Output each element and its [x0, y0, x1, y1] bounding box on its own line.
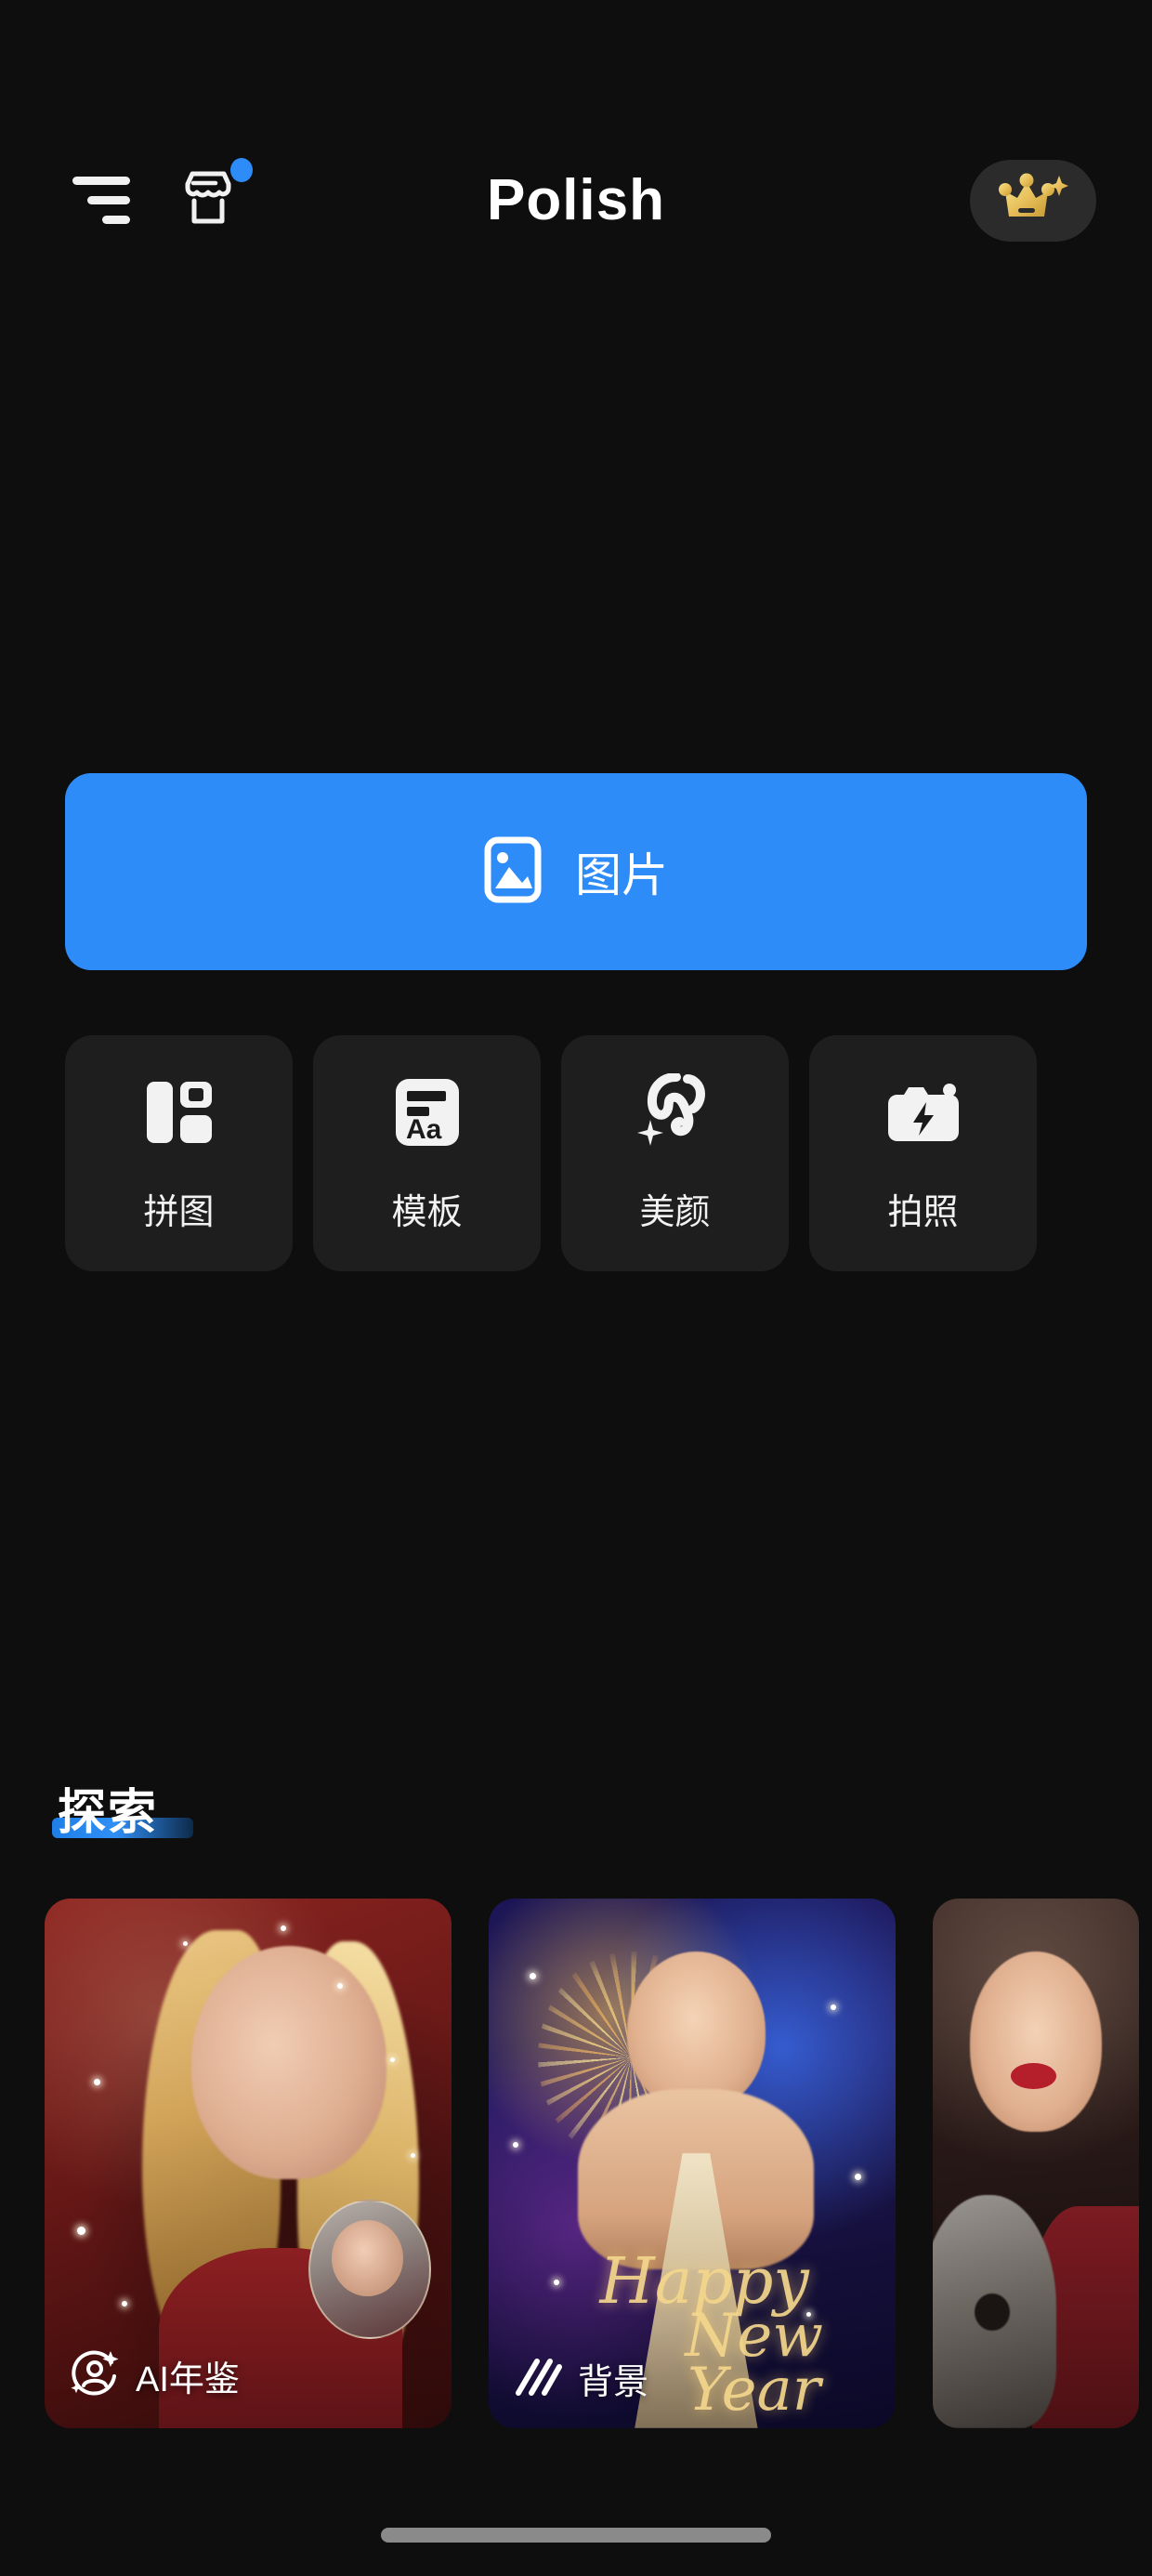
pick-image-label: 图片 — [575, 849, 668, 901]
crown-sparkle-icon — [997, 171, 1069, 231]
tile-template[interactable]: Aa 模板 — [313, 1035, 541, 1271]
tile-beauty[interactable]: 美颜 — [561, 1035, 789, 1271]
image-picture-icon — [484, 836, 542, 908]
explore-cards: AI年鉴 Happy New Year 背景 — [45, 1899, 1139, 2428]
card-label-text: 背景 — [578, 2363, 649, 2402]
explore-card-ai-yearbook[interactable]: AI年鉴 — [45, 1899, 452, 2428]
ai-portrait-sparkle-icon — [69, 2347, 121, 2404]
card-artwork: Happy New Year — [489, 1899, 896, 2428]
pick-image-button[interactable]: 图片 — [65, 773, 1087, 970]
vip-button[interactable] — [970, 160, 1096, 242]
diagonal-stripes-icon — [513, 2354, 563, 2403]
hamburger-menu-icon — [72, 171, 130, 229]
camera-flash-icon — [884, 1073, 962, 1151]
beauty-face-icon — [635, 1072, 715, 1151]
card-artwork — [933, 1899, 1139, 2428]
explore-card-third-partial[interactable] — [933, 1899, 1139, 2428]
tile-template-label: 模板 — [391, 1192, 463, 1232]
tile-camera-label: 拍照 — [887, 1192, 959, 1232]
card-label-text: AI年鉴 — [136, 2360, 240, 2399]
explore-section-heading: 探索 — [52, 1773, 193, 1843]
tile-camera[interactable]: 拍照 — [809, 1035, 1037, 1271]
home-indicator-bar[interactable] — [381, 2528, 771, 2543]
card-label: 背景 — [513, 2353, 648, 2404]
collage-grid-icon — [142, 1073, 216, 1151]
store-button[interactable] — [178, 158, 253, 232]
app-screen: Polish 图片 拼图 Aa 模板 美颜 拍照 探索 AI年鉴 Happy N… — [0, 0, 1152, 2576]
storefront-icon — [178, 158, 253, 232]
tile-collage[interactable]: 拼图 — [65, 1035, 293, 1271]
explore-card-background[interactable]: Happy New Year 背景 — [489, 1899, 896, 2428]
tile-beauty-label: 美颜 — [639, 1192, 711, 1232]
store-notification-badge — [230, 158, 253, 182]
svg-text:Aa: Aa — [406, 1114, 442, 1145]
sparkle-decorations — [489, 1899, 896, 2428]
menu-button[interactable] — [72, 171, 130, 229]
tile-collage-label: 拼图 — [143, 1192, 215, 1232]
explore-title: 探索 — [58, 1786, 159, 1840]
tool-tiles: 拼图 Aa 模板 美颜 拍照 — [65, 1035, 1087, 1271]
template-text-icon: Aa — [392, 1073, 463, 1151]
header-left-actions — [72, 158, 253, 232]
card-label: AI年鉴 — [69, 2347, 240, 2404]
